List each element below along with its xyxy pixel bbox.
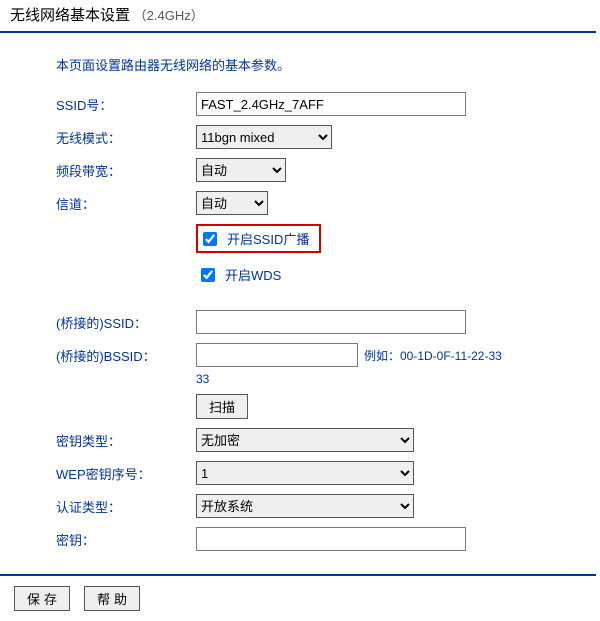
- label-mode: 无线模式：: [56, 128, 196, 147]
- key-input[interactable]: [196, 527, 466, 551]
- scan-button[interactable]: 扫描: [196, 394, 248, 419]
- key-type-select[interactable]: 无加密: [196, 428, 414, 452]
- label-bridge-bssid: (桥接的)BSSID：: [56, 346, 196, 365]
- label-bridge-ssid: (桥接的)SSID：: [56, 313, 196, 332]
- bridge-ssid-input[interactable]: [196, 310, 466, 334]
- bridge-bssid-input[interactable]: [196, 343, 358, 367]
- label-key-type: 密钥类型：: [56, 431, 196, 450]
- ssid-broadcast-label: 开启SSID广播: [227, 229, 309, 248]
- ssid-broadcast-checkbox[interactable]: [203, 232, 217, 246]
- help-button[interactable]: 帮助: [84, 586, 140, 611]
- label-ssid: SSID号：: [56, 95, 196, 114]
- channel-select[interactable]: 自动: [196, 191, 268, 215]
- label-key: 密钥：: [56, 530, 196, 549]
- page-subtitle: （2.4GHz）: [134, 8, 204, 23]
- title-bar: 无线网络基本设置 （2.4GHz）: [0, 0, 596, 33]
- page-title: 无线网络基本设置: [10, 7, 130, 24]
- ssid-input[interactable]: [196, 92, 466, 116]
- label-channel: 信道：: [56, 194, 196, 213]
- mode-select[interactable]: 11bgn mixed: [196, 125, 332, 149]
- bssid-example-cont: 33: [196, 372, 578, 386]
- ssid-broadcast-highlight: 开启SSID广播: [196, 224, 321, 253]
- label-auth-type: 认证类型：: [56, 497, 196, 516]
- label-bandwidth: 频段带宽：: [56, 161, 196, 180]
- page-description: 本页面设置路由器无线网络的基本参数。: [56, 55, 578, 74]
- bssid-example: 例如：00-1D-0F-11-22-33: [364, 347, 502, 364]
- wds-checkbox[interactable]: [201, 268, 215, 282]
- auth-type-select[interactable]: 开放系统: [196, 494, 414, 518]
- save-button[interactable]: 保存: [14, 586, 70, 611]
- label-wep-index: WEP密钥序号：: [56, 464, 196, 483]
- bandwidth-select[interactable]: 自动: [196, 158, 286, 182]
- wds-label: 开启WDS: [225, 265, 281, 284]
- wep-index-select[interactable]: 1: [196, 461, 414, 485]
